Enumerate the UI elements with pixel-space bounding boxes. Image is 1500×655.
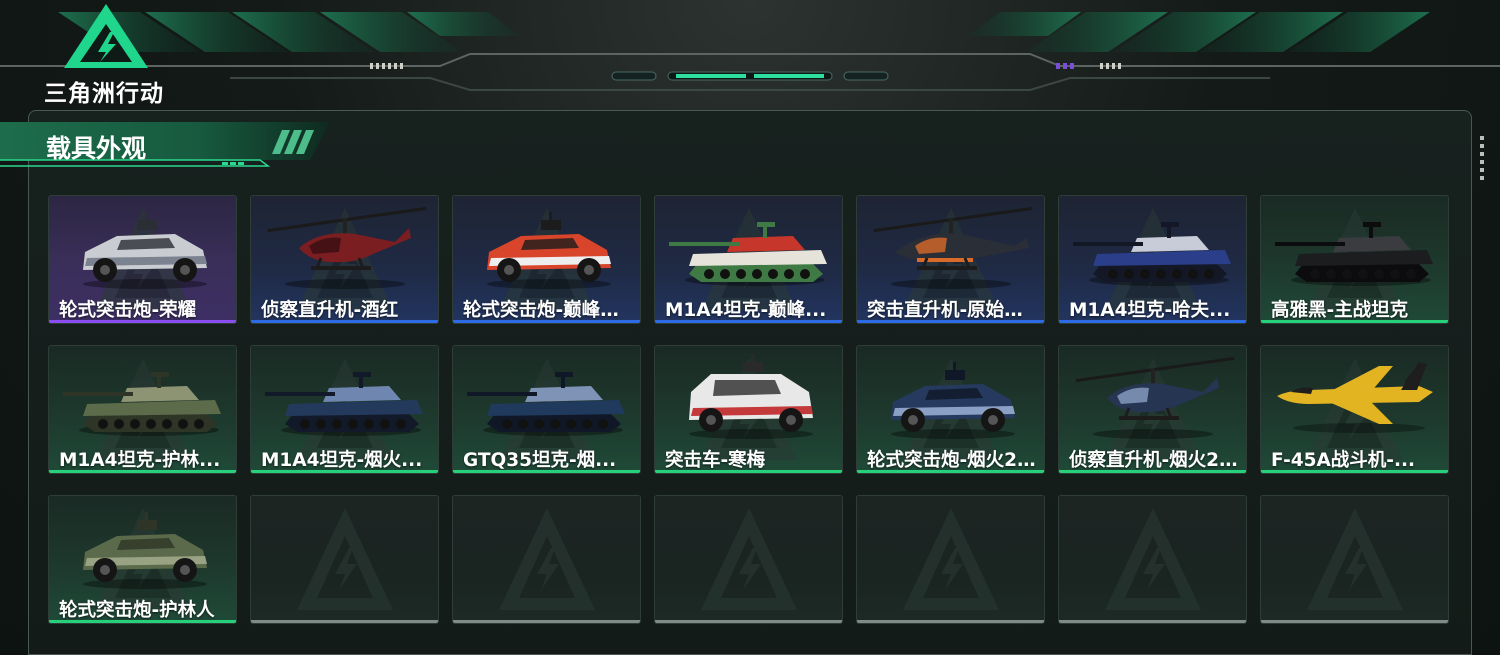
skin-name-label: GTQ35坦克-烟... [463,450,617,471]
skin-name-label: 侦察直升机-酒红 [261,300,399,321]
vehicle-skin-grid: 轮式突击炮-荣耀 侦察直升机-酒红 轮式突击炮-巅峰竞... M1A4坦克-巅峰… [48,195,1450,624]
vehicle-skin-card[interactable]: 突击直升机-原始伪... [856,195,1045,324]
vehicle-skin-card[interactable]: 突击车-寒梅 [654,345,843,474]
vehicle-skin-card[interactable]: 侦察直升机-烟火2... [1058,345,1247,474]
vehicle-skin-card[interactable]: GTQ35坦克-烟... [452,345,641,474]
rarity-bar [453,470,640,473]
delta-watermark-icon [497,506,597,616]
wheeled-assault-gun-icon [57,202,229,292]
vehicle-skin-card[interactable]: 侦察直升机-酒红 [250,195,439,324]
wheeled-assault-gun-icon [57,502,229,592]
vehicle-skin-card[interactable]: M1A4坦克-烟火... [250,345,439,474]
tank-icon [663,202,835,292]
vehicle-skin-card[interactable]: 轮式突击炮-荣耀 [48,195,237,324]
fighter-jet-icon [1269,352,1441,442]
game-logo-text: 三角洲行动 [44,81,164,107]
rarity-bar [1261,620,1448,623]
empty-skin-slot[interactable] [654,495,843,624]
section-title: 载具外观 [46,134,147,163]
rarity-bar [1059,470,1246,473]
tank-icon [1067,202,1239,292]
vehicle-skin-card[interactable]: 高雅黑-主战坦克 [1260,195,1449,324]
header-decoration [0,12,1500,91]
tank-icon [461,352,633,442]
tank-icon [1269,202,1441,292]
attack-helicopter-icon [865,202,1037,292]
skin-name-label: F-45A战斗机-... [1271,450,1416,471]
vehicle-skin-card[interactable]: M1A4坦克-护林... [48,345,237,474]
rarity-bar [251,620,438,623]
rarity-bar [655,320,842,323]
skin-name-label: M1A4坦克-烟火... [261,450,423,471]
skin-name-label: 轮式突击炮-烟火2... [867,450,1038,471]
rarity-bar [857,620,1044,623]
skin-name-label: 突击车-寒梅 [665,450,766,471]
vehicle-skin-card[interactable]: M1A4坦克-巅峰... [654,195,843,324]
delta-watermark-icon [901,506,1001,616]
scout-helicopter-icon [1067,352,1239,442]
skin-name-label: M1A4坦克-巅峰... [665,300,827,321]
tank-icon [57,352,229,442]
skin-name-label: M1A4坦克-哈夫... [1069,300,1231,321]
empty-skin-slot[interactable] [250,495,439,624]
empty-skin-slot[interactable] [1058,495,1247,624]
skin-name-label: 侦察直升机-烟火2... [1069,450,1240,471]
rarity-bar [453,320,640,323]
rarity-bar [655,470,842,473]
empty-skin-slot[interactable] [856,495,1045,624]
delta-watermark-icon [295,506,395,616]
rarity-bar [1059,320,1246,323]
rarity-bar [857,470,1044,473]
rarity-bar [655,620,842,623]
wheeled-assault-gun-icon [461,202,633,292]
skin-name-label: M1A4坦克-护林... [59,450,221,471]
rarity-bar [49,470,236,473]
tank-icon [259,352,431,442]
vehicle-skin-card[interactable]: 轮式突击炮-巅峰竞... [452,195,641,324]
vehicle-skin-card[interactable]: 轮式突击炮-烟火2... [856,345,1045,474]
rarity-bar [1261,320,1448,323]
skin-name-label: 高雅黑-主战坦克 [1271,300,1409,321]
vehicle-skin-card[interactable]: M1A4坦克-哈夫... [1058,195,1247,324]
rarity-bar [1059,620,1246,623]
skin-name-label: 突击直升机-原始伪... [867,300,1038,321]
empty-skin-slot[interactable] [1260,495,1449,624]
delta-watermark-icon [1305,506,1405,616]
wheeled-assault-gun-icon [865,352,1037,442]
scout-helicopter-icon [259,202,431,292]
panel-scroll-indicator[interactable] [1480,136,1484,180]
rarity-bar [251,320,438,323]
rarity-bar [49,620,236,623]
empty-skin-slot[interactable] [452,495,641,624]
delta-watermark-icon [699,506,799,616]
skin-name-label: 轮式突击炮-巅峰竞... [463,300,634,321]
rarity-bar [49,320,236,323]
skin-name-label: 轮式突击炮-护林人 [59,600,215,621]
skin-name-label: 轮式突击炮-荣耀 [59,300,197,321]
rarity-bar [453,620,640,623]
rarity-bar [251,470,438,473]
rarity-bar [857,320,1044,323]
vehicle-skin-card[interactable]: F-45A战斗机-... [1260,345,1449,474]
rarity-bar [1261,470,1448,473]
assault-vehicle-icon [663,352,835,442]
vehicle-skin-card[interactable]: 轮式突击炮-护林人 [48,495,237,624]
delta-watermark-icon [1103,506,1203,616]
